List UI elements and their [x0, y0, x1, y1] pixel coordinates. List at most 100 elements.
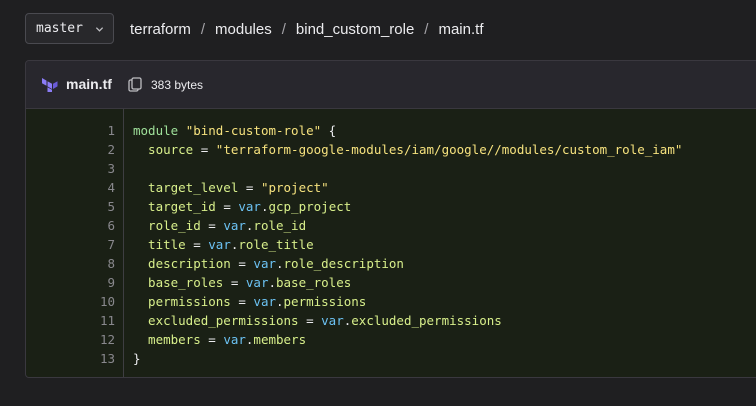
- code-token: var: [223, 218, 246, 233]
- line-number[interactable]: 1: [26, 121, 115, 140]
- line-number[interactable]: 4: [26, 178, 115, 197]
- code-viewer: 1 module "bind-custom-role" {2 source = "…: [26, 109, 756, 377]
- code-token: =: [193, 142, 216, 157]
- code-token: =: [298, 313, 322, 328]
- code-line: 12 members = var.members: [26, 330, 756, 349]
- line-number[interactable]: 7: [26, 235, 115, 254]
- line-number[interactable]: 12: [26, 330, 115, 349]
- code-token: =: [200, 332, 224, 347]
- code-token: =: [200, 218, 224, 233]
- breadcrumb: terraform / modules / bind_custom_role /…: [130, 19, 483, 39]
- code-token: role_id: [253, 218, 307, 233]
- code-token: =: [238, 180, 261, 195]
- code-token: var: [245, 275, 269, 290]
- code-line: 11 excluded_permissions = var.excluded_p…: [26, 311, 756, 330]
- code-token: source: [133, 142, 194, 157]
- code-token: .: [276, 256, 284, 271]
- code-token: description: [133, 256, 231, 271]
- code-token: =: [230, 294, 254, 309]
- code-token: .: [276, 294, 284, 309]
- code-token: "terraform-google-modules/iam/google//mo…: [215, 142, 683, 157]
- line-number[interactable]: 10: [26, 292, 115, 311]
- code-text: description = var.role_description: [133, 254, 404, 273]
- code-text: base_roles = var.base_roles: [133, 273, 351, 292]
- code-text: permissions = var.permissions: [133, 292, 366, 311]
- code-token: "bind-custom-role": [185, 123, 322, 138]
- code-token: members: [133, 332, 201, 347]
- code-token: var: [208, 237, 231, 252]
- code-token: excluded_permissions: [133, 313, 299, 328]
- file-size: 383 bytes: [151, 78, 204, 92]
- line-number[interactable]: 8: [26, 254, 115, 273]
- code-line: 1 module "bind-custom-role" {: [26, 121, 756, 140]
- code-token: title: [133, 237, 186, 252]
- branch-selector[interactable]: master: [25, 13, 114, 44]
- code-token: target_id: [133, 199, 216, 214]
- code-text: module "bind-custom-role" {: [133, 121, 336, 140]
- code-line: 10 permissions = var.permissions: [26, 292, 756, 311]
- code-token: permissions: [283, 294, 367, 309]
- code-token: base_roles: [133, 275, 224, 290]
- breadcrumb-item-main-tf[interactable]: main.tf: [438, 21, 483, 38]
- breadcrumb-item-terraform[interactable]: terraform: [130, 21, 191, 38]
- code-token: =: [185, 237, 209, 252]
- code-token: =: [230, 256, 254, 271]
- code-token: role_title: [238, 237, 314, 252]
- code-token: {: [321, 123, 337, 138]
- breadcrumb-item-modules[interactable]: modules: [215, 21, 272, 38]
- code-token: permissions: [133, 294, 231, 309]
- top-bar: master terraform / modules / bind_custom…: [0, 0, 756, 58]
- code-token: module: [133, 123, 186, 138]
- line-number[interactable]: 13: [26, 349, 115, 368]
- code-line: 8 description = var.role_description: [26, 254, 756, 273]
- line-number[interactable]: 6: [26, 216, 115, 235]
- code-text: title = var.role_title: [133, 235, 314, 254]
- code-line: 4 target_level = "project": [26, 178, 756, 197]
- code-text: }: [133, 349, 141, 368]
- file-header: main.tf 383 bytes: [26, 61, 756, 109]
- breadcrumb-separator: /: [281, 20, 286, 38]
- line-number[interactable]: 2: [26, 140, 115, 159]
- code-token: var: [223, 332, 246, 347]
- line-number[interactable]: 9: [26, 273, 115, 292]
- line-number[interactable]: 3: [26, 159, 115, 178]
- code-token: var: [321, 313, 344, 328]
- code-token: "project": [260, 180, 329, 195]
- code-line: 2 source = "terraform-google-modules/iam…: [26, 140, 756, 159]
- copy-icon[interactable]: [128, 77, 142, 93]
- chevron-down-icon: [95, 27, 104, 32]
- code-text: target_id = var.gcp_project: [133, 197, 351, 216]
- code-text: source = "terraform-google-modules/iam/g…: [133, 140, 682, 159]
- code-text: excluded_permissions = var.excluded_perm…: [133, 311, 502, 330]
- code-token: members: [253, 332, 307, 347]
- code-line: 6 role_id = var.role_id: [26, 216, 756, 235]
- breadcrumb-item-bind-custom-role[interactable]: bind_custom_role: [296, 21, 414, 38]
- code-token: target_level: [133, 180, 239, 195]
- code-token: role_description: [283, 256, 404, 271]
- line-number[interactable]: 5: [26, 197, 115, 216]
- breadcrumb-separator: /: [200, 20, 206, 38]
- code-token: role_id: [133, 218, 201, 233]
- breadcrumb-separator: /: [424, 20, 429, 38]
- code-token: excluded_permissions: [351, 313, 502, 328]
- branch-label: master: [36, 21, 83, 36]
- code-token: =: [223, 275, 246, 290]
- code-text: role_id = var.role_id: [133, 216, 306, 235]
- code-token: =: [215, 199, 239, 214]
- line-number[interactable]: 11: [26, 311, 115, 330]
- code-token: var: [253, 294, 276, 309]
- code-line: 13}: [26, 349, 756, 368]
- code-token: gcp_project: [268, 199, 352, 214]
- code-lines: 1 module "bind-custom-role" {2 source = "…: [26, 121, 756, 368]
- file-viewer: main.tf 383 bytes 1 module "bind-custom-r…: [25, 60, 756, 378]
- code-line: 9 base_roles = var.base_roles: [26, 273, 756, 292]
- code-text: members = var.members: [133, 330, 306, 349]
- code-token: }: [133, 351, 141, 366]
- code-line: 3: [26, 159, 756, 178]
- file-name: main.tf: [66, 76, 112, 92]
- code-token: .: [268, 275, 276, 290]
- code-text: target_level = "project": [133, 178, 329, 197]
- code-line: 7 title = var.role_title: [26, 235, 756, 254]
- code-line: 5 target_id = var.gcp_project: [26, 197, 756, 216]
- code-token: var: [238, 199, 261, 214]
